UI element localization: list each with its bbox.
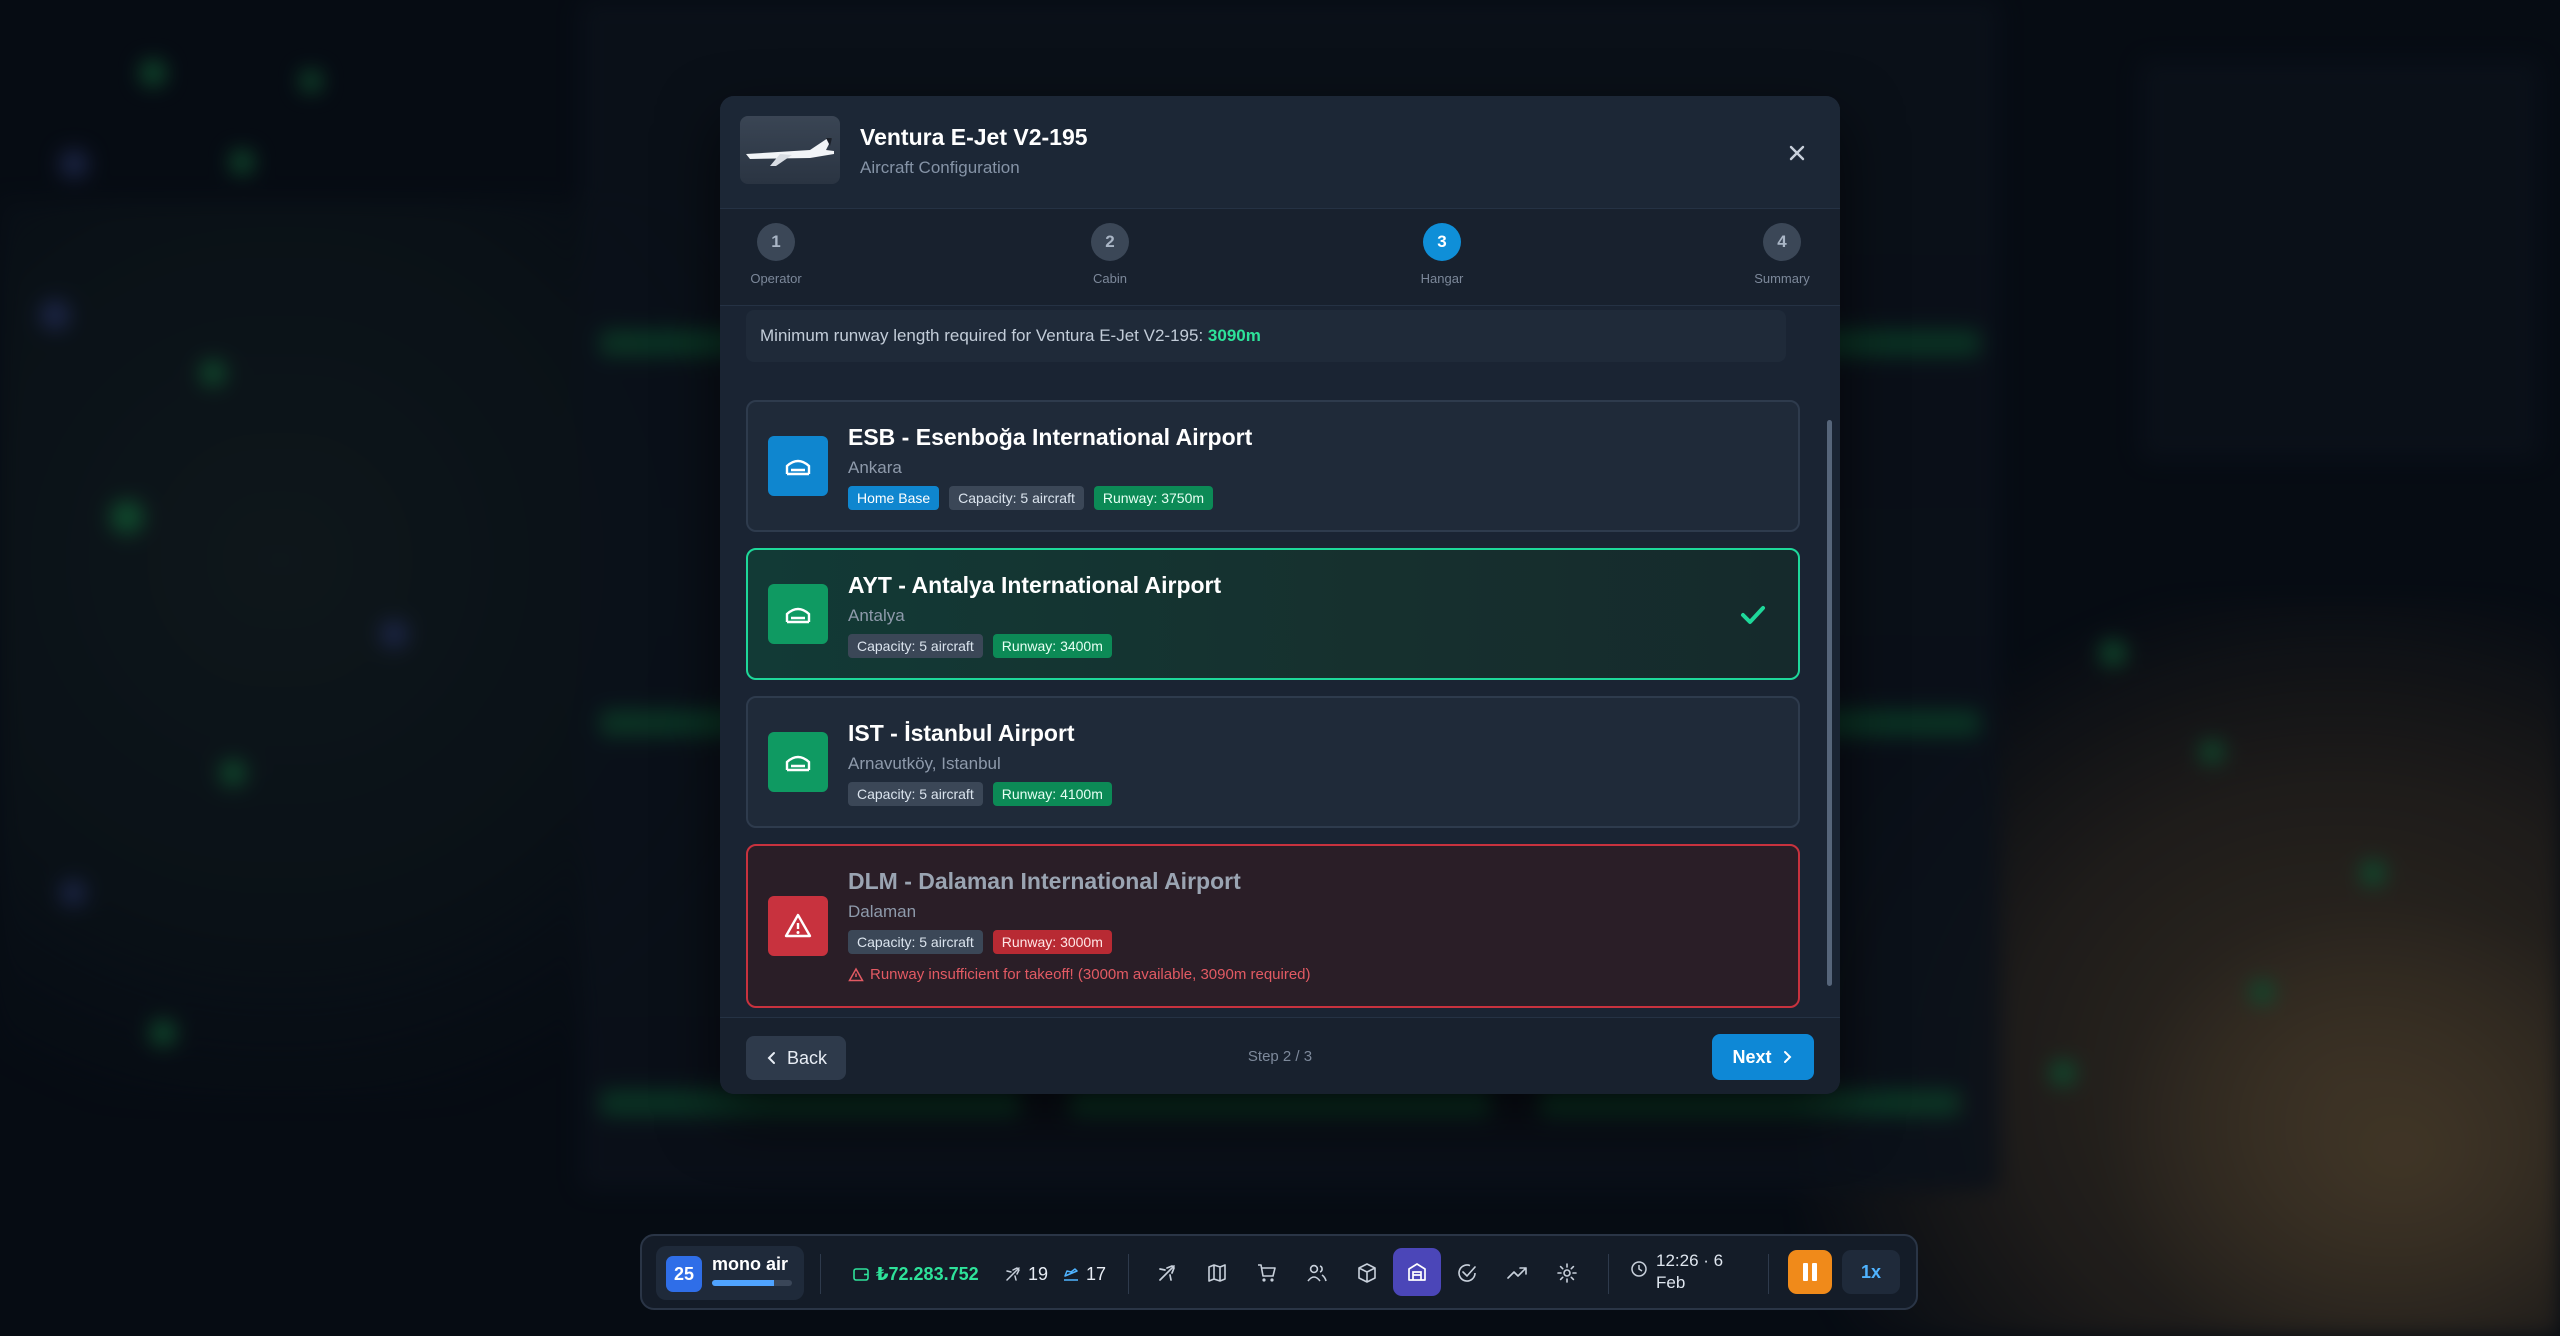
- step-indicator: 1 Operator 2 Cabin 3 Hangar 4 Summary: [720, 209, 1840, 306]
- home-base-badge: Home Base: [848, 486, 940, 510]
- capacity-badge: Capacity: 5 aircraft: [848, 930, 983, 954]
- step-summary[interactable]: 4 Summary: [1742, 223, 1822, 286]
- close-icon: [1789, 145, 1805, 161]
- aircraft-config-modal: Ventura E-Jet V2-195 Aircraft Configurat…: [720, 96, 1840, 1094]
- trending-up-icon: [1507, 1267, 1527, 1279]
- map-nav-button[interactable]: [1200, 1256, 1234, 1290]
- hangar-list[interactable]: Minimum runway length required for Ventu…: [720, 306, 1840, 1012]
- check-circle-icon: [1458, 1264, 1476, 1282]
- step-cabin[interactable]: 2 Cabin: [1070, 223, 1150, 286]
- modal-header: Ventura E-Jet V2-195 Aircraft Configurat…: [720, 96, 1840, 209]
- aircraft-thumbnail: [740, 116, 840, 184]
- close-button[interactable]: [1780, 136, 1814, 170]
- plane-icon: [1159, 1265, 1175, 1281]
- airport-name: ESB - Esenboğa International Airport: [848, 424, 1253, 450]
- clock-time: 12:26 · 6: [1656, 1251, 1724, 1270]
- required-runway-value: 3090m: [1207, 326, 1261, 345]
- airport-name: IST - İstanbul Airport: [848, 720, 1075, 746]
- box-icon: [1358, 1263, 1376, 1283]
- company-name: mono air: [712, 1254, 789, 1274]
- airport-city: Antalya: [848, 606, 905, 625]
- staff-nav-button[interactable]: [1300, 1256, 1334, 1290]
- tasks-nav-button[interactable]: [1450, 1256, 1484, 1290]
- runway-badge: Runway: 4100m: [992, 782, 1112, 806]
- bottom-toolbar: 25 mono air ₺72.283.752 19 17 12:26 · 6 …: [640, 1234, 1918, 1310]
- hangar-icon: [768, 584, 828, 644]
- capacity-badge: Capacity: 5 aircraft: [848, 782, 983, 806]
- departure-icon: [1064, 1268, 1078, 1281]
- runway-warning: Runway insufficient for takeoff! (3000m …: [848, 966, 1311, 983]
- stats-nav-button[interactable]: [1500, 1256, 1534, 1290]
- hangar-nav-button[interactable]: [1393, 1248, 1441, 1296]
- airport-card-dlm: DLM - Dalaman International Airport Dala…: [746, 844, 1800, 1008]
- airport-city: Arnavutköy, Istanbul: [848, 754, 1001, 773]
- wallet-icon: [853, 1268, 869, 1281]
- airport-card-ist[interactable]: IST - İstanbul Airport Arnavutköy, Istan…: [746, 696, 1800, 828]
- airport-name: DLM - Dalaman International Airport: [848, 868, 1241, 894]
- pause-button[interactable]: [1788, 1250, 1832, 1294]
- runway-badge: Runway: 3000m: [992, 930, 1112, 954]
- planes-count: 19: [1004, 1236, 1048, 1312]
- runway-requirement-notice: Minimum runway length required for Ventu…: [746, 310, 1786, 362]
- cart-icon: [1258, 1264, 1276, 1282]
- modal-footer: Back Step 2 / 3 Next: [720, 1017, 1840, 1094]
- step-hangar[interactable]: 3 Hangar: [1402, 223, 1482, 286]
- speed-button[interactable]: 1x: [1842, 1250, 1900, 1294]
- warning-icon: [848, 966, 864, 981]
- xp-progress-bar: [712, 1280, 792, 1286]
- game-clock: 12:26 · 6 Feb: [1630, 1250, 1723, 1294]
- hangar-icon: [768, 436, 828, 496]
- flights-count: 17: [1062, 1236, 1106, 1312]
- warning-triangle-icon: [768, 896, 828, 956]
- step-operator[interactable]: 1 Operator: [736, 223, 816, 286]
- airport-card-esb[interactable]: ESB - Esenboğa International Airport Ank…: [746, 400, 1800, 532]
- cargo-nav-button[interactable]: [1350, 1256, 1384, 1290]
- hangar-icon: [1408, 1263, 1426, 1281]
- clock-month: Feb: [1656, 1273, 1686, 1292]
- shop-nav-button[interactable]: [1250, 1256, 1284, 1290]
- plane-icon: [1006, 1267, 1020, 1281]
- clock-icon: [1631, 1261, 1647, 1277]
- map-icon: [1208, 1264, 1226, 1282]
- next-button[interactable]: Next: [1712, 1034, 1814, 1080]
- step-counter: Step 2 / 3: [1247, 1048, 1313, 1065]
- users-icon: [1307, 1264, 1327, 1282]
- runway-badge: Runway: 3400m: [992, 634, 1112, 658]
- company-badge[interactable]: 25 mono air: [656, 1246, 804, 1300]
- airport-name: AYT - Antalya International Airport: [848, 572, 1222, 598]
- chevron-right-icon: [1783, 1051, 1791, 1063]
- scrollbar[interactable]: [1827, 420, 1832, 986]
- selected-check-icon: [1738, 600, 1768, 635]
- airport-city: Dalaman: [848, 902, 917, 921]
- hangar-icon: [768, 732, 828, 792]
- balance-display: ₺72.283.752: [852, 1236, 979, 1312]
- airport-card-ayt[interactable]: AYT - Antalya International Airport Anta…: [746, 548, 1800, 680]
- runway-badge: Runway: 3750m: [1093, 486, 1214, 510]
- modal-subtitle: Aircraft Configuration: [860, 158, 1020, 177]
- company-level: 25: [666, 1256, 702, 1292]
- flights-nav-button[interactable]: [1150, 1256, 1184, 1290]
- airport-city: Ankara: [848, 458, 902, 477]
- pause-icon: [1803, 1263, 1817, 1281]
- settings-nav-button[interactable]: [1550, 1256, 1584, 1290]
- capacity-badge: Capacity: 5 aircraft: [949, 486, 1084, 510]
- capacity-badge: Capacity: 5 aircraft: [848, 634, 983, 658]
- modal-title: Ventura E-Jet V2-195: [860, 124, 1088, 150]
- gear-icon: [1557, 1263, 1577, 1283]
